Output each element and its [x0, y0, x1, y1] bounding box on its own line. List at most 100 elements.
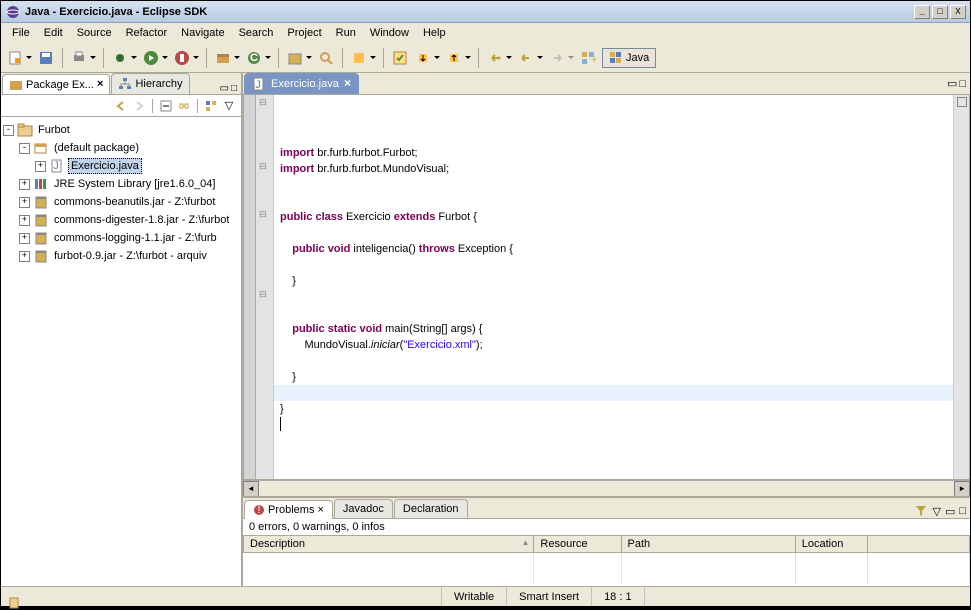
- tab-label: Declaration: [403, 503, 459, 515]
- expand-icon[interactable]: +: [19, 215, 30, 226]
- print-button[interactable]: [69, 48, 89, 68]
- menu-help[interactable]: Help: [416, 25, 453, 41]
- expand-icon[interactable]: +: [19, 179, 30, 190]
- run-button[interactable]: [141, 48, 161, 68]
- ext-tools-button[interactable]: [172, 48, 192, 68]
- expand-icon[interactable]: +: [19, 233, 30, 244]
- maximize-button[interactable]: □: [932, 5, 948, 19]
- svg-text:J: J: [255, 79, 261, 91]
- save-button[interactable]: [36, 48, 56, 68]
- back-icon[interactable]: [113, 98, 129, 114]
- close-button[interactable]: X: [950, 5, 966, 19]
- code-editor[interactable]: ⊟ ⊟ ⊟ ⊟ import br.furb.furbot.Furbot; im…: [243, 95, 970, 480]
- window-title: Java - Exercicio.java - Eclipse SDK: [25, 6, 914, 18]
- prev-annotation-button[interactable]: [444, 48, 464, 68]
- filters-icon[interactable]: [203, 98, 219, 114]
- tree-jar[interactable]: commons-logging-1.1.jar - Z:\furb: [52, 231, 219, 245]
- perspective-java[interactable]: Java: [602, 48, 656, 68]
- menu-refactor[interactable]: Refactor: [119, 25, 175, 41]
- editor-tab[interactable]: J Exercicio.java ×: [244, 73, 359, 94]
- svg-text:J: J: [53, 160, 59, 172]
- minimize-view-icon[interactable]: ▭: [945, 505, 955, 518]
- menu-file[interactable]: File: [5, 25, 37, 41]
- overview-ruler[interactable]: [953, 95, 969, 479]
- expand-icon[interactable]: +: [19, 251, 30, 262]
- col-extra[interactable]: [868, 536, 970, 553]
- table-row: [244, 568, 970, 583]
- view-menu-icon[interactable]: ▽: [932, 505, 940, 518]
- jar-icon: [33, 248, 49, 264]
- new-class-button[interactable]: C: [244, 48, 264, 68]
- table-row: [244, 553, 970, 568]
- tab-problems[interactable]: ! Problems ×: [244, 500, 333, 519]
- problems-table[interactable]: Description Resource Path Location: [243, 535, 970, 586]
- maximize-view-icon[interactable]: □: [959, 78, 966, 90]
- col-location[interactable]: Location: [795, 536, 868, 553]
- menu-source[interactable]: Source: [70, 25, 119, 41]
- minimize-view-button[interactable]: ▭: [220, 83, 229, 94]
- open-perspective-button[interactable]: +: [578, 48, 598, 68]
- package-tree[interactable]: -Furbot -(default package) +JExercicio.j…: [1, 117, 241, 586]
- view-menu-icon[interactable]: ▽: [221, 98, 237, 114]
- forward-button[interactable]: [547, 48, 567, 68]
- tree-root[interactable]: Furbot: [36, 123, 72, 137]
- tree-pkg[interactable]: (default package): [52, 141, 141, 155]
- perspective-label: Java: [626, 52, 649, 64]
- hierarchy-icon: [118, 77, 132, 91]
- menu-edit[interactable]: Edit: [37, 25, 70, 41]
- expand-icon[interactable]: +: [35, 161, 46, 172]
- expand-icon[interactable]: +: [19, 197, 30, 208]
- scroll-right-button[interactable]: ►: [954, 481, 970, 497]
- annotation-prev-button[interactable]: [349, 48, 369, 68]
- scroll-left-button[interactable]: ◄: [243, 481, 259, 497]
- problems-summary: 0 errors, 0 warnings, 0 infos: [243, 519, 970, 535]
- menu-project[interactable]: Project: [280, 25, 328, 41]
- col-path[interactable]: Path: [621, 536, 795, 553]
- horizontal-scrollbar[interactable]: ◄ ►: [243, 480, 970, 496]
- close-icon[interactable]: ×: [317, 504, 323, 516]
- open-type-button[interactable]: [285, 48, 305, 68]
- close-icon[interactable]: ×: [97, 79, 104, 91]
- minimize-view-icon[interactable]: ▭: [947, 77, 957, 90]
- tab-package-explorer[interactable]: Package Ex... ×: [2, 74, 110, 95]
- tab-javadoc[interactable]: Javadoc: [334, 499, 393, 518]
- maximize-view-button[interactable]: □: [231, 83, 237, 94]
- new-package-button[interactable]: [213, 48, 233, 68]
- forward-icon[interactable]: [131, 98, 147, 114]
- menu-window[interactable]: Window: [363, 25, 416, 41]
- last-edit-button[interactable]: [485, 48, 505, 68]
- next-annotation-button[interactable]: [413, 48, 433, 68]
- expand-icon[interactable]: -: [19, 143, 30, 154]
- tab-hierarchy[interactable]: Hierarchy: [111, 73, 189, 94]
- toggle-mark-button[interactable]: [390, 48, 410, 68]
- close-icon[interactable]: ×: [344, 77, 351, 91]
- col-description[interactable]: Description: [244, 536, 534, 553]
- link-editor-icon[interactable]: [176, 98, 192, 114]
- filter-icon[interactable]: [914, 504, 928, 518]
- expand-icon[interactable]: -: [3, 125, 14, 136]
- back-button[interactable]: [516, 48, 536, 68]
- tree-jar[interactable]: commons-beanutils.jar - Z:\furbot: [52, 195, 217, 209]
- col-resource[interactable]: Resource: [534, 536, 621, 553]
- menu-run[interactable]: Run: [329, 25, 363, 41]
- tree-jre[interactable]: JRE System Library [jre1.6.0_04]: [52, 177, 217, 191]
- tab-declaration[interactable]: Declaration: [394, 499, 468, 518]
- editor-tab-label: Exercicio.java: [271, 78, 339, 90]
- tree-jar[interactable]: furbot-0.9.jar - Z:\furbot - arquiv: [52, 249, 209, 263]
- editor-ruler: [244, 95, 256, 479]
- menu-search[interactable]: Search: [232, 25, 281, 41]
- jar-icon: [33, 194, 49, 210]
- tree-jar[interactable]: commons-digester-1.8.jar - Z:\furbot: [52, 213, 231, 227]
- menu-navigate[interactable]: Navigate: [174, 25, 231, 41]
- tree-file[interactable]: Exercicio.java: [68, 158, 142, 174]
- debug-button[interactable]: [110, 48, 130, 68]
- collapse-all-icon[interactable]: [158, 98, 174, 114]
- search-button[interactable]: [316, 48, 336, 68]
- editor-gutter[interactable]: ⊟ ⊟ ⊟ ⊟: [256, 95, 274, 479]
- status-indicator-icon[interactable]: [7, 596, 441, 610]
- new-button[interactable]: [5, 48, 25, 68]
- java-perspective-icon: [609, 51, 623, 65]
- status-insert: Smart Insert: [506, 587, 591, 606]
- maximize-view-icon[interactable]: □: [959, 505, 966, 517]
- minimize-button[interactable]: _: [914, 5, 930, 19]
